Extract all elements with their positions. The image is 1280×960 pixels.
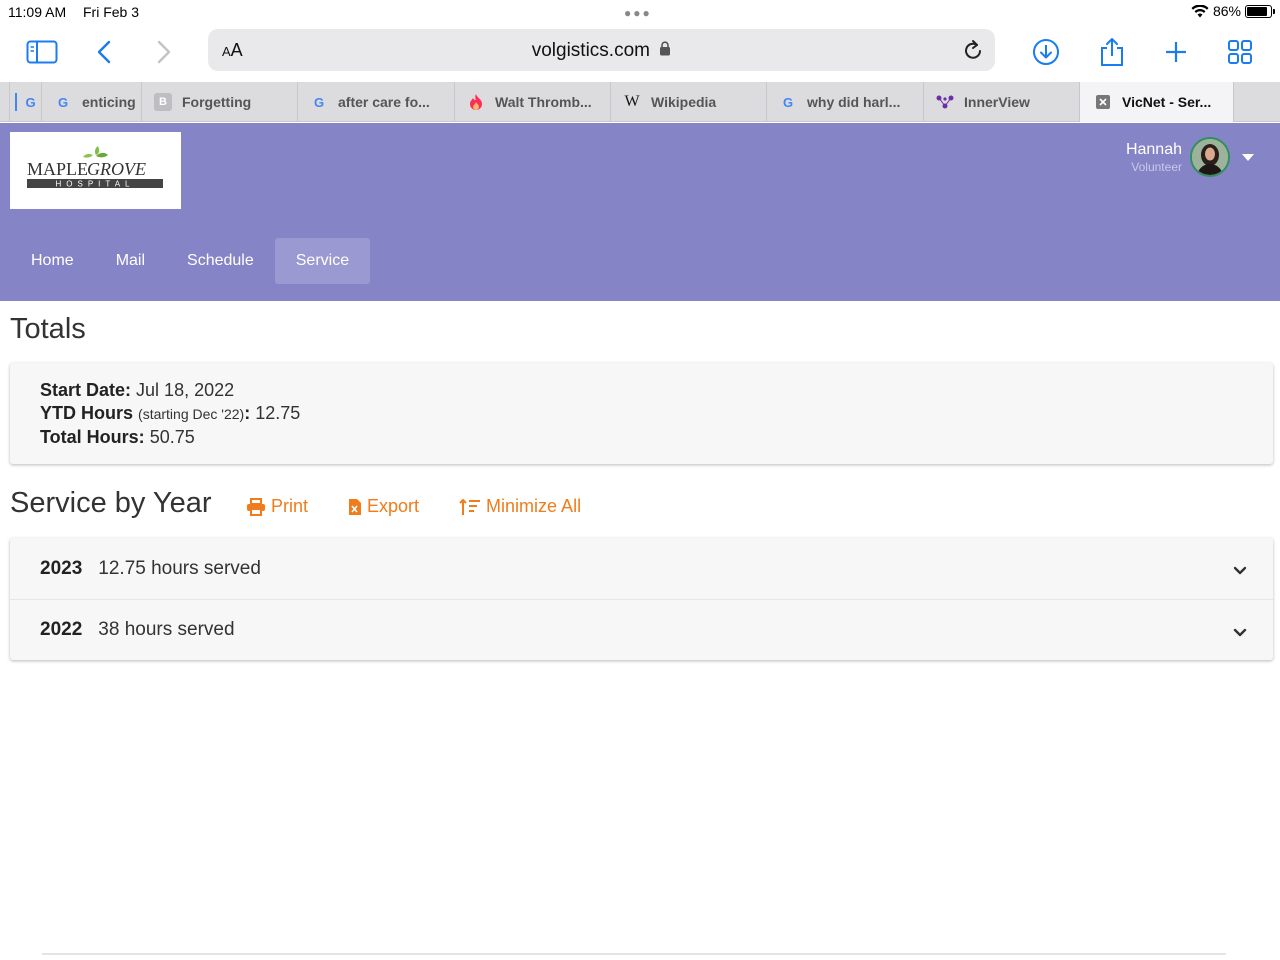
google-icon: G	[57, 94, 69, 110]
logo-text-hospital: HOSPITAL	[56, 180, 135, 189]
ytd-hours-note: (starting Dec '22)	[138, 406, 245, 422]
status-right: 86%	[1191, 3, 1275, 19]
totals-heading: Totals	[10, 313, 86, 345]
google-icon: G	[15, 93, 36, 111]
tab-pinned[interactable]	[0, 82, 10, 122]
battery-icon	[1245, 4, 1275, 18]
start-date-value: Jul 18, 2022	[136, 380, 235, 400]
back-icon[interactable]	[84, 36, 124, 68]
maple-grove-logo[interactable]: MAPLE GROVE HOSPITAL	[10, 132, 181, 209]
tab-label: Walt Thromb...	[495, 94, 592, 110]
excel-file-icon	[349, 498, 362, 515]
user-name: Hannah	[1125, 140, 1182, 158]
ytd-hours-row: YTD Hours (starting Dec '22): 12.75	[40, 403, 301, 423]
b-icon: B	[154, 93, 172, 111]
logo-text-maple: MAPLE	[27, 159, 88, 179]
start-date-label: Start Date:	[40, 380, 132, 400]
nav-mail[interactable]: Mail	[95, 238, 166, 284]
print-button[interactable]: Print	[246, 496, 308, 517]
tab-vicnet[interactable]: VicNet - Ser...	[1080, 82, 1234, 122]
share-icon[interactable]	[1092, 36, 1132, 68]
domain-text: volgistics.com	[531, 40, 650, 61]
status-date: Fri Feb 3	[83, 4, 140, 20]
year-label: 2022	[40, 619, 83, 640]
google-icon: G	[782, 94, 794, 110]
export-label: Export	[367, 496, 420, 516]
totals-card: Start Date: Jul 18, 2022 YTD Hours (star…	[10, 363, 1273, 464]
url-domain: volgistics.com	[208, 40, 995, 62]
forward-icon[interactable]	[144, 36, 184, 68]
multitasking-dots-icon[interactable]: ●●●	[624, 6, 652, 20]
new-tab-icon[interactable]	[1156, 36, 1196, 68]
sort-up-icon	[459, 498, 481, 515]
tab-label: enticing	[82, 94, 136, 110]
printer-icon	[247, 497, 265, 516]
ytd-hours-value: 12.75	[255, 403, 301, 423]
service-actions: Print Export Minimize All	[246, 496, 581, 517]
close-tab-icon[interactable]	[1094, 93, 1112, 111]
nav-schedule[interactable]: Schedule	[166, 238, 275, 284]
total-hours-row: Total Hours: 50.75	[40, 426, 1243, 449]
tab-why-did-harl[interactable]: G why did harl...	[767, 82, 924, 122]
status-time: 11:09 AM	[8, 4, 67, 20]
avatar[interactable]	[1190, 137, 1230, 177]
address-bar[interactable]: AA volgistics.com	[208, 29, 995, 71]
tab-label: Forgetting	[182, 94, 252, 110]
tab-after-care[interactable]: G after care fo...	[298, 82, 455, 122]
year-summary: 12.75 hours served	[98, 557, 261, 579]
wifi-icon	[1191, 4, 1209, 17]
wikipedia-icon: W	[624, 93, 640, 110]
print-label: Print	[271, 496, 309, 516]
total-hours-label: Total Hours:	[40, 427, 145, 447]
year-row-2022[interactable]: 2022 38 hours served	[10, 599, 1273, 660]
nav-service[interactable]: Service	[274, 238, 371, 284]
tab-forgetting[interactable]: B Forgetting	[142, 82, 298, 122]
lock-icon	[660, 41, 671, 56]
tab-wikipedia[interactable]: W Wikipedia	[611, 82, 767, 122]
tab-label: after care fo...	[338, 94, 430, 110]
tab-label: Wikipedia	[651, 94, 717, 110]
user-menu-caret-icon[interactable]	[1242, 153, 1254, 161]
tab-overview-icon[interactable]	[1220, 36, 1260, 68]
battery-fill	[1247, 6, 1267, 16]
status-bar: 11:09 AM Fri Feb 3 ●●● 86%	[0, 0, 1280, 26]
service-by-year-heading: Service by Year	[10, 487, 212, 519]
site-header: MAPLE GROVE HOSPITAL Hannah Volunteer Ho…	[0, 123, 1280, 301]
home-indicator	[42, 953, 1226, 955]
minimize-all-label: Minimize All	[486, 496, 582, 516]
tab-label: InnerView	[964, 94, 1030, 110]
reload-icon[interactable]	[963, 39, 983, 66]
ytd-hours-label: YTD Hours	[40, 403, 134, 423]
minimize-all-button[interactable]: Minimize All	[459, 496, 581, 517]
user-menu[interactable]: Hannah Volunteer	[1126, 137, 1254, 177]
year-summary: 38 hours served	[98, 619, 235, 640]
tab-mini-1[interactable]: G	[10, 82, 42, 122]
tab-label: VicNet - Ser...	[1122, 94, 1212, 110]
year-label: 2023	[40, 557, 83, 579]
main-nav: Home Mail Schedule Service	[10, 238, 371, 284]
total-hours-value: 50.75	[149, 427, 195, 447]
tab-walt[interactable]: Walt Thromb...	[455, 82, 611, 122]
sidebar-icon[interactable]	[22, 36, 62, 68]
user-names: Hannah Volunteer	[1126, 141, 1182, 174]
tab-innerview[interactable]: InnerView	[924, 82, 1080, 122]
chevron-down-icon[interactable]	[1233, 622, 1247, 644]
google-icon: G	[313, 94, 325, 110]
network-icon	[936, 93, 954, 111]
tab-label: why did harl...	[807, 94, 901, 110]
user-role: Volunteer	[1131, 159, 1182, 174]
nav-home[interactable]: Home	[10, 238, 95, 284]
tab-enticing[interactable]: G enticing	[42, 82, 142, 122]
downloads-icon[interactable]	[1026, 36, 1066, 68]
chevron-down-icon[interactable]	[1233, 560, 1247, 582]
service-years-list: 2023 12.75 hours served 2022 38 hours se…	[10, 538, 1273, 660]
browser-toolbar: AA volgistics.com	[0, 26, 1280, 82]
export-button[interactable]: Export	[348, 496, 419, 517]
start-date-row: Start Date: Jul 18, 2022	[40, 379, 1243, 402]
flame-icon	[467, 93, 485, 111]
battery-percent: 86%	[1212, 3, 1241, 19]
tab-bar: G G enticing B Forgetting G after care f…	[0, 82, 1280, 122]
logo-text-grove: GROVE	[87, 159, 146, 179]
year-row-2023[interactable]: 2023 12.75 hours served	[10, 538, 1273, 599]
